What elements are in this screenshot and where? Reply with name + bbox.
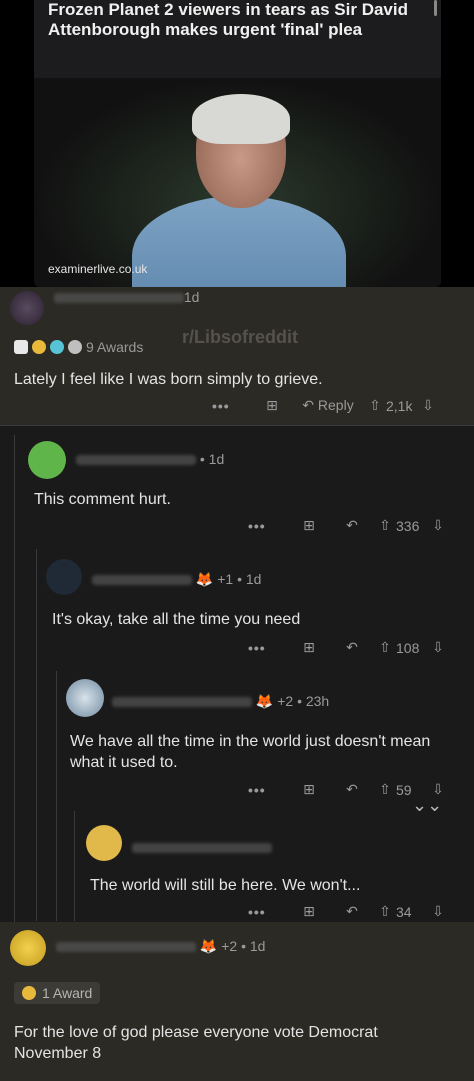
downvote-icon[interactable]: ⇩ — [428, 517, 448, 534]
downvote-icon[interactable]: ⇩ — [428, 639, 448, 656]
reply-arrow-icon: ↶ — [302, 397, 315, 413]
reply-arrow-icon[interactable]: ↶ — [330, 903, 374, 920]
comment-actions: ••• ⊞ ↶ ⇧ 336 ⇩ — [248, 517, 448, 534]
flair-icon: 🦊 — [195, 571, 214, 587]
reply-arrow-icon[interactable]: ↶ — [330, 639, 374, 656]
news-preview: Frozen Planet 2 viewers in tears as Sir … — [0, 0, 474, 287]
gift-icon[interactable]: ⊞ — [252, 397, 292, 414]
upvote-icon[interactable]: ⇧ — [374, 517, 396, 534]
comment-bottom: 🦊 +2 • 1d 1 Award For the love of god pl… — [0, 922, 474, 1081]
upvote-icon[interactable]: ⇧ — [374, 903, 396, 920]
comment-text: Lately I feel like I was born simply to … — [14, 371, 323, 388]
news-card[interactable]: Frozen Planet 2 viewers in tears as Sir … — [34, 0, 441, 287]
reply-arrow-icon[interactable]: ↶ — [330, 517, 374, 534]
wholesome-award-icon — [68, 340, 82, 354]
collapse-chevron-icon[interactable]: ⌄⌄ — [412, 795, 442, 816]
comment-meta: 🦊 +1 • 1d — [92, 571, 261, 588]
article-title[interactable]: Frozen Planet 2 viewers in tears as Sir … — [48, 0, 428, 40]
comment-meta — [132, 839, 272, 855]
person-body — [132, 196, 346, 287]
comment-meta: 🦊 +2 • 23h — [112, 693, 329, 710]
gift-icon[interactable]: ⊞ — [288, 517, 330, 534]
comment-actions: ••• ⊞ ↶ ⇧ 34 ⇩ — [248, 903, 448, 920]
gold-award-icon — [32, 340, 46, 354]
avatar[interactable] — [86, 825, 122, 861]
helpful-award-icon — [50, 340, 64, 354]
comment-text: It's okay, take all the time you need — [52, 611, 301, 628]
reply-arrow-icon[interactable]: ↶ — [330, 781, 374, 798]
more-options-icon[interactable]: ••• — [248, 518, 288, 534]
comment-flair: +2 • 23h — [277, 693, 330, 709]
thread-line — [56, 671, 57, 921]
avatar[interactable] — [66, 679, 104, 717]
scroll-indicator — [434, 0, 437, 16]
downvote-icon[interactable]: ⇩ — [428, 903, 448, 920]
upvote-icon[interactable]: ⇧ — [374, 639, 396, 656]
silver-award-icon — [14, 340, 28, 354]
more-options-icon[interactable]: ••• — [248, 640, 288, 656]
comment-actions: ••• ⊞ ↶ Reply ⇧ 2,1k ⇩ — [212, 397, 438, 414]
comment-text: We have all the time in the world just d… — [70, 733, 431, 771]
comment-flair: +2 • 1d — [221, 938, 266, 954]
comment-age: • 1d — [199, 451, 225, 467]
avatar[interactable] — [46, 559, 82, 595]
avatar[interactable] — [28, 441, 66, 479]
reply-button[interactable]: ↶ Reply — [292, 397, 364, 414]
upvote-icon[interactable]: ⇧ — [374, 781, 396, 798]
comment-thread: 1d r/Libsofreddit 9 Awards Lately I feel… — [0, 287, 474, 1081]
gift-icon[interactable]: ⊞ — [288, 903, 330, 920]
vote-score: 34 — [396, 903, 412, 920]
upvote-icon[interactable]: ⇧ — [364, 397, 386, 414]
comment-meta: 1d — [54, 289, 199, 305]
flair-icon: 🦊 — [199, 938, 218, 954]
comment-actions: ••• ⊞ ↶ ⇧ 108 ⇩ — [248, 639, 448, 656]
person-hair — [192, 94, 290, 144]
comment-meta: • 1d — [76, 451, 224, 467]
comment-text: This comment hurt. — [34, 491, 171, 508]
avatar[interactable] — [10, 291, 44, 325]
comment-top: 1d r/Libsofreddit 9 Awards Lately I feel… — [0, 287, 474, 425]
avatar[interactable] — [10, 930, 46, 966]
awards-row[interactable]: 9 Awards — [14, 339, 143, 355]
more-options-icon[interactable]: ••• — [248, 904, 288, 920]
vote-score: 336 — [396, 517, 420, 534]
gift-icon[interactable]: ⊞ — [288, 781, 330, 798]
awards-count: 1 Award — [42, 985, 93, 1001]
thread-line — [14, 435, 15, 925]
thread-line — [74, 811, 75, 921]
awards-count: 9 Awards — [86, 339, 144, 355]
comment-text: The world will still be here. We won't..… — [90, 877, 361, 894]
article-source[interactable]: examinerlive.co.uk — [48, 262, 147, 276]
comment-flair: +1 • 1d — [217, 571, 262, 587]
subreddit-watermark: r/Libsofreddit — [182, 327, 298, 347]
gift-icon[interactable]: ⊞ — [288, 639, 330, 656]
comment-text: For the love of god please everyone vote… — [14, 1024, 378, 1062]
downvote-icon[interactable]: ⇩ — [418, 397, 438, 414]
thread-line — [36, 549, 37, 921]
vote-score: 2,1k — [386, 397, 413, 414]
gold-award-icon — [22, 986, 36, 1000]
more-options-icon[interactable]: ••• — [248, 782, 288, 798]
flair-icon: 🦊 — [255, 693, 274, 709]
award-chip[interactable]: 1 Award — [14, 982, 101, 1004]
comment-meta: 🦊 +2 • 1d — [56, 938, 265, 955]
divider — [0, 425, 474, 426]
comment-age: 1d — [183, 289, 200, 305]
article-image[interactable] — [34, 78, 441, 287]
vote-score: 108 — [396, 639, 420, 656]
more-options-icon[interactable]: ••• — [212, 398, 252, 414]
